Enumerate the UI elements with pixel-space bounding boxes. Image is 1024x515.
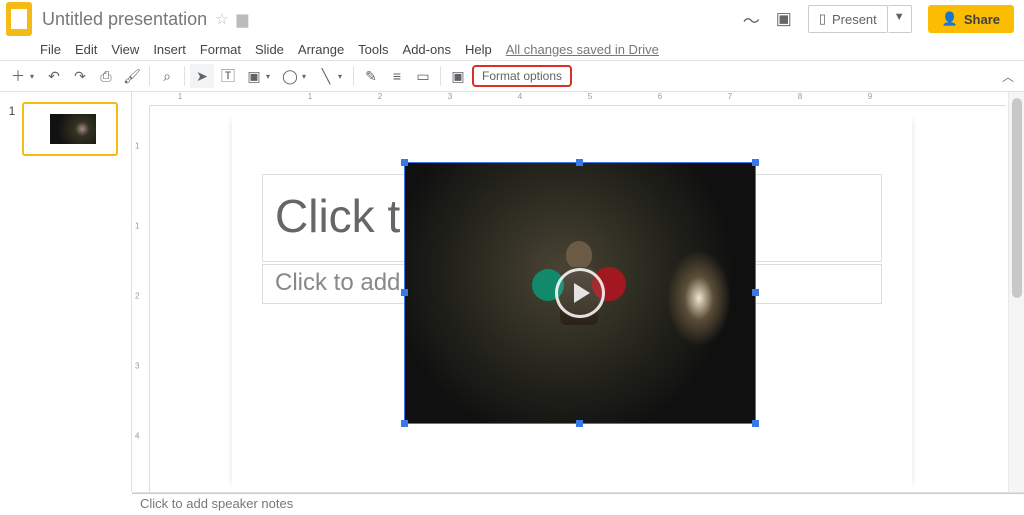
canvas-area: 1 1 2 3 4 5 6 7 8 9 1 1 2 3 4 5 Click t …: [132, 92, 1024, 492]
image-button[interactable]: ▣: [242, 64, 266, 88]
separator: [440, 66, 441, 86]
ruler-tick: 2: [135, 292, 139, 301]
ruler-tick: 1: [135, 142, 139, 151]
textbox-button[interactable]: 🅃: [216, 64, 240, 88]
thumb-video-preview: [50, 114, 96, 144]
ruler-tick: 1: [135, 222, 139, 231]
ruler-tick: 3: [135, 362, 139, 371]
app-logo[interactable]: [6, 2, 32, 36]
vertical-ruler[interactable]: 1 1 2 3 4 5: [132, 106, 150, 492]
resize-handle-tl[interactable]: [401, 159, 408, 166]
ruler-tick: 7: [728, 92, 732, 101]
undo-button[interactable]: ↶: [42, 64, 66, 88]
present-button[interactable]: ▯ Present: [808, 5, 888, 33]
zoom-button[interactable]: ⌕: [155, 64, 179, 88]
separator: [184, 66, 185, 86]
present-icon: ▯: [819, 11, 826, 27]
menu-format[interactable]: Format: [200, 42, 241, 57]
menu-arrange[interactable]: Arrange: [298, 42, 344, 57]
ruler-tick: 4: [135, 432, 139, 441]
format-options-button[interactable]: Format options: [472, 65, 572, 87]
resize-handle-tr[interactable]: [752, 159, 759, 166]
vertical-scrollbar[interactable]: [1008, 92, 1024, 492]
line-dropdown[interactable]: ▾: [338, 72, 348, 81]
menu-addons[interactable]: Add-ons: [403, 42, 451, 57]
present-label: Present: [832, 12, 877, 27]
slide-thumbnail[interactable]: [22, 102, 118, 156]
menu-tools[interactable]: Tools: [358, 42, 388, 57]
line-button[interactable]: ╲: [314, 64, 338, 88]
ruler-tick: 1: [178, 92, 182, 101]
paint-format-button[interactable]: 🖌: [120, 64, 144, 88]
shape-button[interactable]: ◯: [278, 64, 302, 88]
menu-help[interactable]: Help: [465, 42, 492, 57]
menu-slide[interactable]: Slide: [255, 42, 284, 57]
separator: [353, 66, 354, 86]
video-object[interactable]: [404, 162, 756, 424]
share-button[interactable]: 👤 Share: [928, 5, 1014, 33]
ruler-tick: 5: [588, 92, 592, 101]
align-button[interactable]: ≡: [385, 64, 409, 88]
ruler-tick: 6: [658, 92, 662, 101]
doc-title[interactable]: Untitled presentation: [42, 9, 207, 30]
horizontal-ruler[interactable]: 1 1 2 3 4 5 6 7 8 9: [150, 92, 1006, 106]
ruler-tick: 1: [308, 92, 312, 101]
comments-icon[interactable]: ▣: [776, 9, 792, 29]
ruler-tick: 3: [448, 92, 452, 101]
shape-dropdown[interactable]: ▾: [302, 72, 312, 81]
move-folder-icon[interactable]: ▆: [237, 10, 249, 28]
select-tool[interactable]: ➤: [190, 64, 214, 88]
comment-button[interactable]: ▣: [446, 64, 470, 88]
ruler-tick: 9: [868, 92, 872, 101]
resize-handle-ml[interactable]: [401, 289, 408, 296]
main-area: 1 1 1 2 3 4 5 6 7 8 9 1 1 2 3 4 5 Cli: [0, 92, 1024, 492]
person-icon: 👤: [942, 11, 958, 27]
slide-canvas[interactable]: Click t Click to add: [232, 112, 912, 492]
play-icon[interactable]: [555, 268, 605, 318]
image-dropdown[interactable]: ▾: [266, 72, 276, 81]
slide-thumb[interactable]: 1: [6, 102, 125, 156]
title-bar: Untitled presentation ☆ ▆ 〜 ▣ ▯ Present …: [0, 0, 1024, 38]
speaker-notes[interactable]: Click to add speaker notes: [132, 493, 1024, 515]
toolbar: ＋ ▾ ↶ ↷ ⎙ 🖌 ⌕ ➤ 🅃 ▣ ▾ ◯ ▾ ╲ ▾ ✎ ≡ ▭ ▣ Fo…: [0, 60, 1024, 92]
save-status[interactable]: All changes saved in Drive: [506, 42, 659, 57]
star-icon[interactable]: ☆: [215, 10, 228, 28]
ruler-tick: 8: [798, 92, 802, 101]
print-button[interactable]: ⎙: [94, 64, 118, 88]
slide-number: 1: [6, 104, 18, 118]
menu-file[interactable]: File: [40, 42, 61, 57]
pen-button[interactable]: ✎: [359, 64, 383, 88]
mask-button[interactable]: ▭: [411, 64, 435, 88]
menu-edit[interactable]: Edit: [75, 42, 97, 57]
menu-view[interactable]: View: [111, 42, 139, 57]
resize-handle-bm[interactable]: [576, 420, 583, 427]
menu-insert[interactable]: Insert: [153, 42, 186, 57]
new-slide-button[interactable]: ＋: [6, 64, 30, 88]
menu-bar: File Edit View Insert Format Slide Arran…: [0, 38, 1024, 60]
share-label: Share: [964, 12, 1000, 27]
resize-handle-br[interactable]: [752, 420, 759, 427]
redo-button[interactable]: ↷: [68, 64, 92, 88]
collapse-toolbar-icon[interactable]: ︿: [1002, 68, 1014, 85]
resize-handle-tm[interactable]: [576, 159, 583, 166]
resize-handle-mr[interactable]: [752, 289, 759, 296]
scrollbar-thumb[interactable]: [1012, 98, 1022, 298]
activity-icon[interactable]: 〜: [743, 7, 760, 32]
new-slide-dropdown[interactable]: ▾: [30, 72, 40, 81]
slide-panel: 1: [0, 92, 132, 492]
present-dropdown[interactable]: ▼: [888, 5, 912, 33]
separator: [149, 66, 150, 86]
ruler-tick: 4: [518, 92, 522, 101]
ruler-tick: 2: [378, 92, 382, 101]
resize-handle-bl[interactable]: [401, 420, 408, 427]
